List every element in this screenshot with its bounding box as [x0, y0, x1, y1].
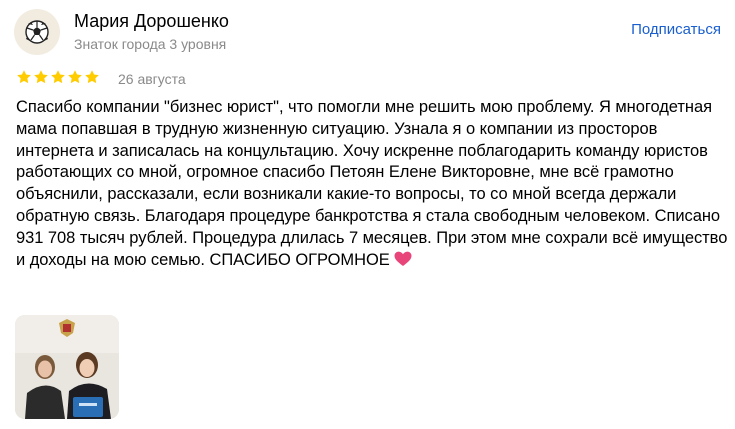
subscribe-button[interactable]: Подписаться — [631, 21, 721, 39]
star-icon — [85, 70, 99, 84]
pink-heart-icon — [394, 251, 412, 266]
star-icon — [17, 70, 31, 84]
star-icon — [51, 70, 65, 84]
review-body: Спасибо компании "бизнес юрист", что пом… — [16, 98, 728, 269]
soccer-ball-icon — [25, 20, 49, 44]
star-icon — [68, 70, 82, 84]
review-photo[interactable] — [15, 315, 119, 419]
star-icon — [34, 70, 48, 84]
author-name[interactable]: Мария Дорошенко — [74, 10, 229, 32]
author-avatar[interactable] — [14, 9, 60, 55]
rating-stars — [16, 69, 100, 85]
review-photo-thumbnail — [15, 315, 119, 419]
author-level: Знаток города 3 уровня — [74, 36, 227, 52]
review-text: Спасибо компании "бизнес юрист", что пом… — [16, 97, 728, 271]
review-date: 26 августа — [118, 71, 186, 87]
